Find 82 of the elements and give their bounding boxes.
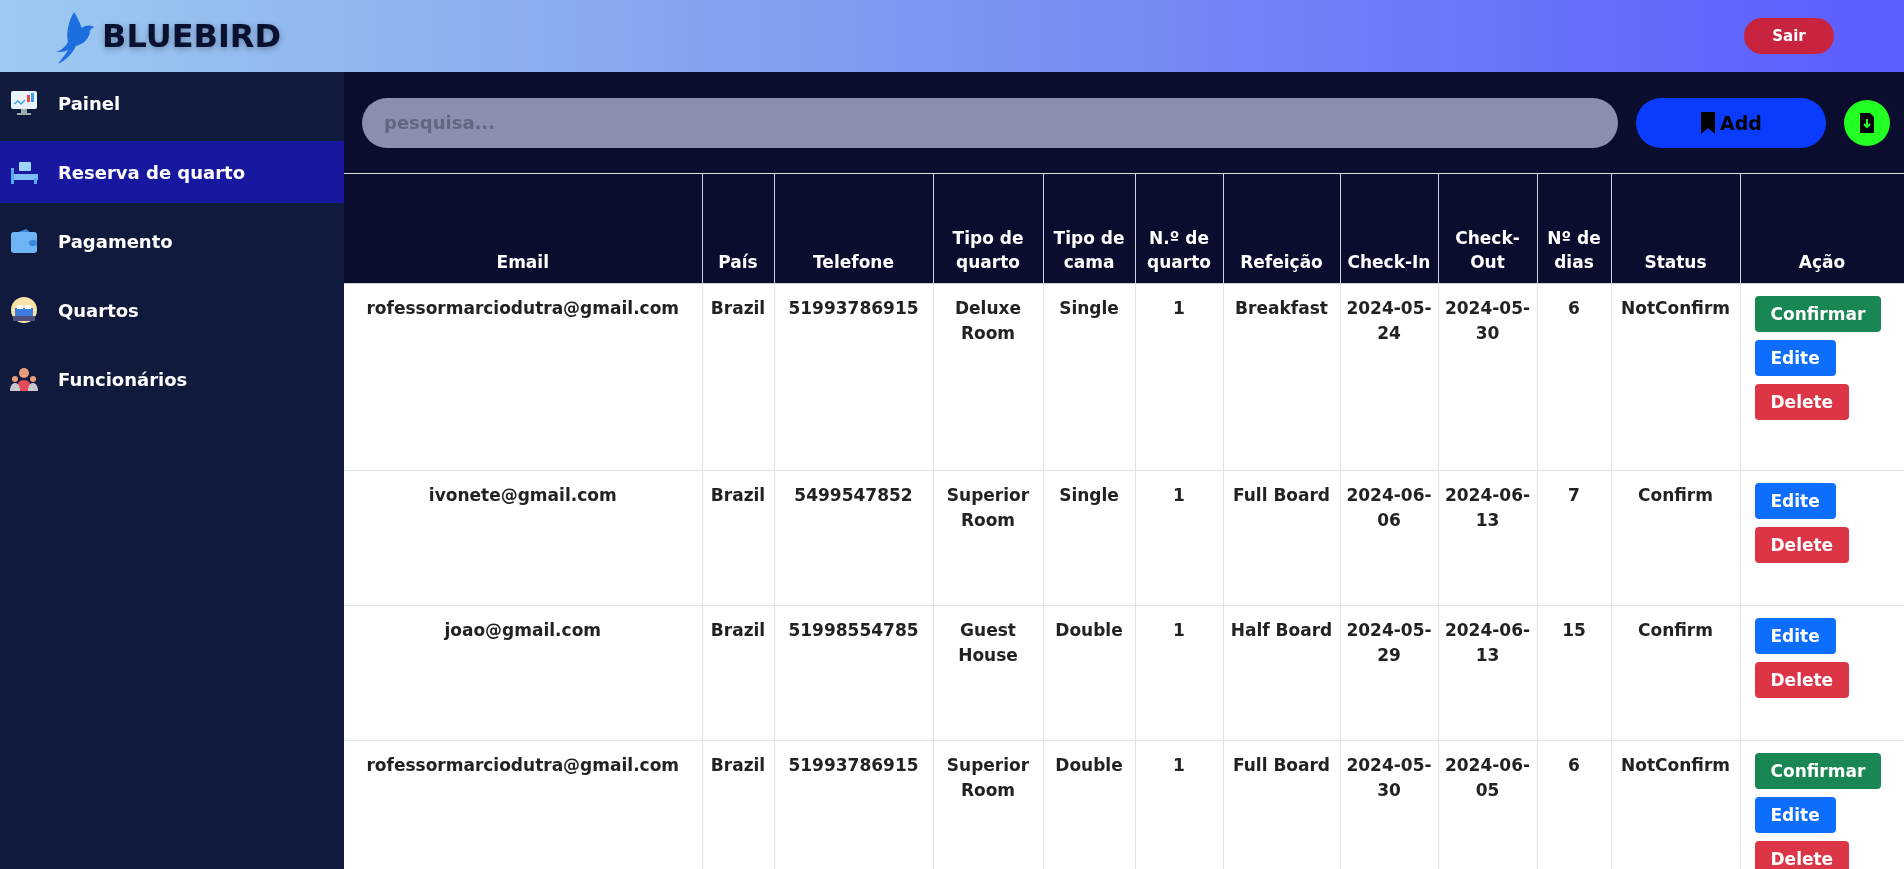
people-icon [10,367,38,391]
brand-title: BLUEBIRD [102,17,281,55]
table-cell: NotConfirm [1611,283,1740,471]
column-header: Refeição [1223,173,1340,284]
edit-button[interactable]: Edite [1754,483,1836,519]
table-cell: 1 [1135,470,1223,606]
table-cell: 51998554785 [774,605,933,741]
table-cell: 2024-05-30 [1340,740,1438,869]
table-cell: Full Board [1223,470,1340,606]
table-cell: 51993786915 [774,283,933,471]
confirm-button[interactable]: Confirmar [1754,296,1882,332]
table-cell: 1 [1135,283,1223,471]
table-cell: 2024-06-13 [1438,470,1537,606]
column-header: Check-In [1340,173,1438,284]
table-cell: Single [1043,470,1135,606]
logout-button[interactable]: Sair [1744,18,1834,54]
column-header: Nº de dias [1537,173,1611,284]
edit-button[interactable]: Edite [1754,618,1836,654]
table-cell: Half Board [1223,605,1340,741]
table-cell: Superior Room [933,740,1043,869]
column-header: Telefone [774,173,933,284]
table-cell: 1 [1135,740,1223,869]
sidebar-item[interactable]: Quartos [0,279,344,341]
table-cell: 51993786915 [774,740,933,869]
download-button[interactable] [1844,99,1890,146]
room-icon [10,296,38,324]
download-file-icon [1859,112,1875,133]
table-cell: Superior Room [933,470,1043,606]
monitor-chart-icon [10,90,38,116]
table-cell: Single [1043,283,1135,471]
column-header: N.º de quarto [1135,173,1223,284]
delete-button[interactable]: Delete [1754,527,1850,563]
edit-button[interactable]: Edite [1754,340,1836,376]
table-cell: Brazil [702,740,774,869]
table-cell: ivonete@gmail.com [344,470,702,606]
table-cell: Breakfast [1223,283,1340,471]
sidebar-item[interactable]: Reserva de quarto [0,141,344,203]
table-cell: 1 [1135,605,1223,741]
column-header: Ação [1740,173,1904,284]
edit-button[interactable]: Edite [1754,797,1836,833]
delete-button[interactable]: Delete [1754,662,1850,698]
table-cell: Deluxe Room [933,283,1043,471]
sidebar-item[interactable]: Funcionários [0,348,344,410]
table-cell: Double [1043,605,1135,741]
bookmark-icon [1700,111,1717,134]
column-header: Status [1611,173,1740,284]
column-header: Tipo de quarto [933,173,1043,284]
column-header: Email [344,173,702,284]
column-header: Tipo de cama [1043,173,1135,284]
sidebar-item[interactable]: Pagamento [0,210,344,272]
delete-button[interactable]: Delete [1754,841,1850,869]
table-cell: 7 [1537,470,1611,606]
table-cell: 6 [1537,283,1611,471]
table-cell: 2024-06-05 [1438,740,1537,869]
table-cell: joao@gmail.com [344,605,702,741]
table-cell: 15 [1537,605,1611,741]
table-cell: 2024-05-29 [1340,605,1438,741]
table-cell: Brazil [702,470,774,606]
sidebar-item[interactable]: Painel [0,72,344,134]
bed-icon [10,160,38,184]
wallet-icon [10,228,38,254]
table-cell: NotConfirm [1611,740,1740,869]
table-cell: Brazil [702,605,774,741]
table-cell: Double [1043,740,1135,869]
table-cell: Full Board [1223,740,1340,869]
column-header: Check-Out [1438,173,1537,284]
table-cell: 2024-05-30 [1438,283,1537,471]
table-cell: Confirm [1611,470,1740,606]
confirm-button[interactable]: Confirmar [1754,753,1882,789]
table-cell: 6 [1537,740,1611,869]
table-cell: 2024-06-06 [1340,470,1438,606]
table-cell: Confirm [1611,605,1740,741]
table-cell: Guest House [933,605,1043,741]
delete-button[interactable]: Delete [1754,384,1850,420]
table-cell: rofessormarciodutra@gmail.com [344,740,702,869]
table-cell: rofessormarciodutra@gmail.com [344,283,702,471]
table-cell: 2024-05-24 [1340,283,1438,471]
table-cell: 2024-06-13 [1438,605,1537,741]
add-button[interactable]: Add [1636,97,1826,148]
table-cell: 5499547852 [774,470,933,606]
table-cell: Brazil [702,283,774,471]
column-header: País [702,173,774,284]
